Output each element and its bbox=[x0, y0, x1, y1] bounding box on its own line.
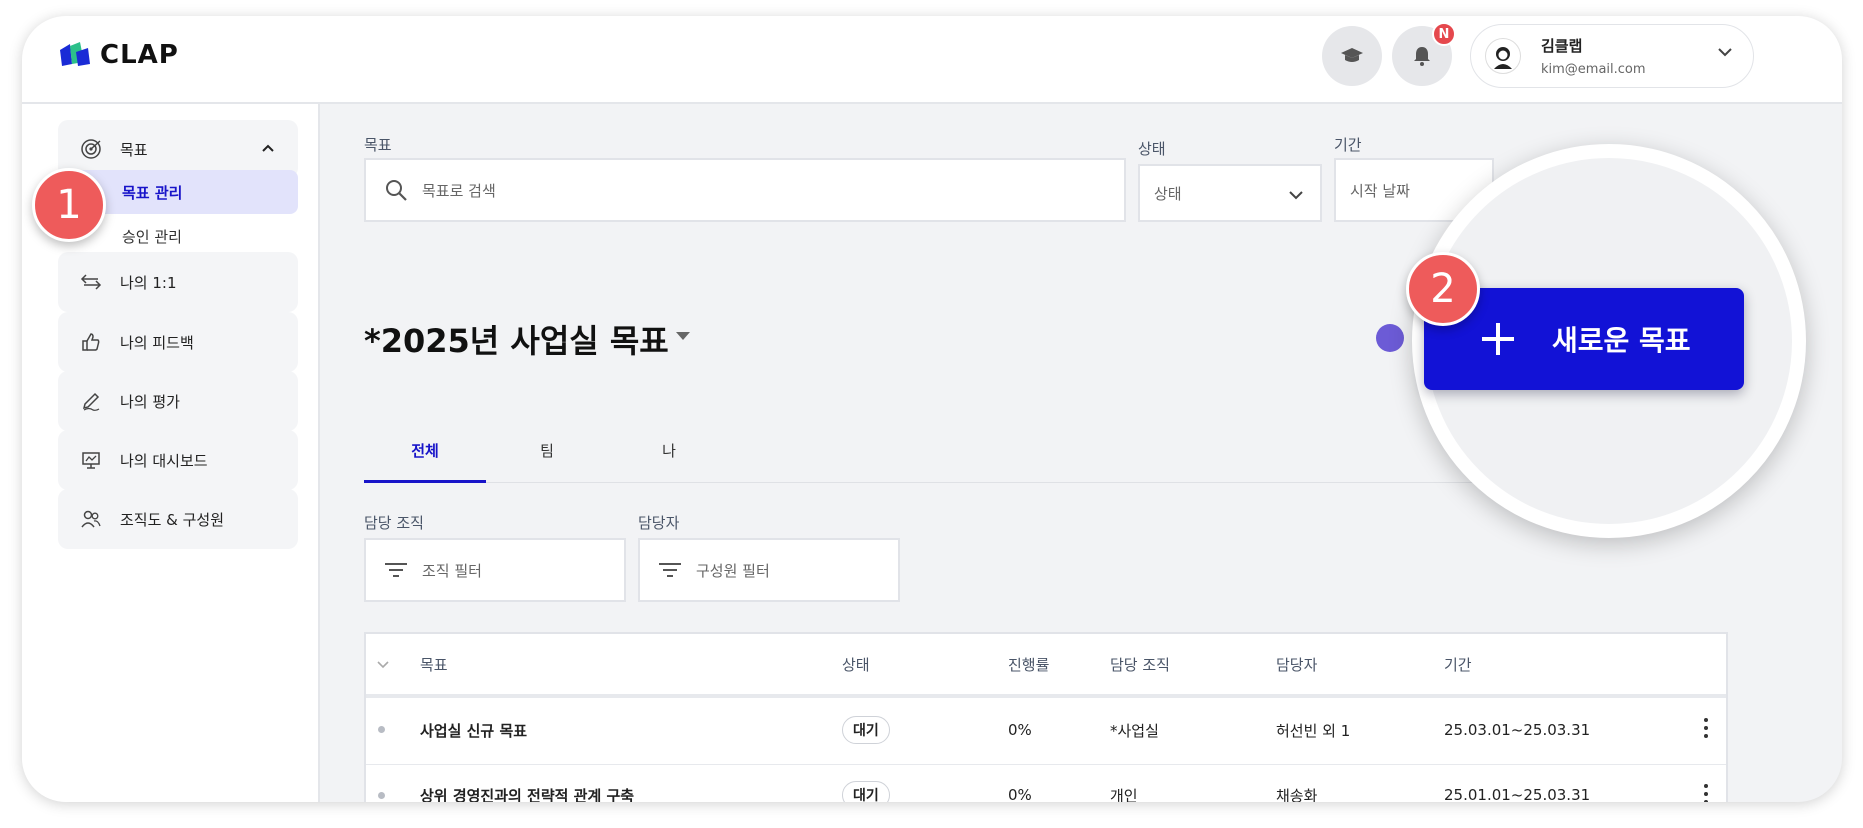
sidebar-item-label: 목표 bbox=[120, 140, 148, 159]
chevron-down-icon[interactable] bbox=[376, 660, 390, 669]
tab-active-underline bbox=[364, 480, 486, 483]
assignee-filter-placeholder: 구성원 필터 bbox=[696, 561, 770, 580]
column-header-org[interactable]: 담당 조직 bbox=[1110, 634, 1170, 694]
table-row-1-goal[interactable]: 사업실 신규 목표 bbox=[420, 715, 527, 745]
sidebar-item-label: 나의 피드백 bbox=[120, 333, 194, 352]
status-select[interactable]: 상태 bbox=[1138, 164, 1322, 222]
app-frame: CLAP N 김클랩 kim@email.com 목표 목표 관리 승인 관리 … bbox=[22, 16, 1842, 802]
sidebar-item-one-on-one[interactable]: 나의 1:1 bbox=[58, 252, 298, 312]
tab-all[interactable]: 전체 bbox=[364, 440, 486, 461]
chevron-down-icon bbox=[1289, 191, 1303, 200]
step-marker-1: 1 bbox=[32, 168, 106, 242]
search-icon bbox=[386, 180, 407, 201]
table-row-2-assignee: 채송화 bbox=[1276, 786, 1318, 803]
period-label: 기간 bbox=[1334, 136, 1362, 154]
tab-me[interactable]: 나 bbox=[608, 440, 730, 461]
new-goal-label: 새로운 목표 bbox=[1552, 324, 1691, 357]
chevron-down-icon bbox=[1718, 48, 1732, 57]
org-filter-placeholder: 조직 필터 bbox=[422, 561, 482, 580]
sidebar-item-label: 나의 대시보드 bbox=[120, 451, 208, 470]
column-header-assignee[interactable]: 담당자 bbox=[1276, 634, 1317, 694]
filter-icon bbox=[385, 563, 407, 577]
goal-search-label: 목표 bbox=[364, 136, 392, 154]
column-header-status[interactable]: 상태 bbox=[842, 634, 870, 694]
assignee-filter-button[interactable]: 구성원 필터 bbox=[638, 538, 900, 602]
page-title: *2025년 사업실 목표 bbox=[364, 322, 669, 360]
notification-button[interactable]: N bbox=[1392, 22, 1456, 86]
user-name: 김클랩 bbox=[1541, 37, 1583, 55]
step-marker-2: 2 bbox=[1406, 252, 1480, 326]
sidebar-sub-label: 승인 관리 bbox=[122, 227, 182, 246]
chevron-up-icon bbox=[262, 144, 274, 152]
exchange-icon bbox=[80, 271, 102, 293]
status-select-value: 상태 bbox=[1154, 184, 1182, 203]
tab-team[interactable]: 팀 bbox=[486, 440, 608, 461]
notification-badge: N bbox=[1432, 22, 1456, 46]
sidebar-sub-label: 목표 관리 bbox=[122, 183, 183, 202]
target-icon bbox=[80, 138, 102, 160]
sidebar-item-label: 나의 1:1 bbox=[120, 273, 177, 292]
sidebar-item-evaluation[interactable]: 나의 평가 bbox=[58, 371, 298, 431]
table-row-1-org: *사업실 bbox=[1110, 721, 1159, 740]
graduation-cap-icon bbox=[1341, 48, 1363, 62]
column-header-goal[interactable]: 목표 bbox=[420, 634, 448, 694]
clap-logo-icon bbox=[60, 42, 90, 66]
sidebar-item-label: 나의 평가 bbox=[120, 392, 180, 411]
status-badge: 대기 bbox=[842, 716, 890, 744]
column-header-progress[interactable]: 진행률 bbox=[1008, 634, 1049, 694]
table-row-2-org: 개인 bbox=[1110, 786, 1138, 803]
table-row-2-progress: 0% bbox=[1008, 786, 1032, 802]
row-more-icon[interactable] bbox=[1704, 784, 1708, 802]
sidebar-item-dashboard[interactable]: 나의 대시보드 bbox=[58, 430, 298, 490]
users-icon bbox=[80, 508, 102, 530]
plus-icon bbox=[1482, 323, 1514, 355]
org-filter-button[interactable]: 조직 필터 bbox=[364, 538, 626, 602]
thumbs-up-icon bbox=[80, 331, 102, 353]
title-dropdown-caret-icon[interactable] bbox=[676, 332, 690, 340]
filter-icon bbox=[659, 563, 681, 577]
row-bullet bbox=[378, 792, 385, 799]
bell-icon bbox=[1414, 47, 1430, 66]
avatar bbox=[1485, 38, 1521, 74]
table-row-2-goal[interactable]: 상위 경영진과의 전략적 관계 구축 bbox=[420, 780, 634, 803]
ai-chip-icon[interactable] bbox=[1376, 324, 1404, 352]
user-email: kim@email.com bbox=[1541, 62, 1646, 77]
goal-search-input[interactable]: 목표로 검색 bbox=[364, 158, 1126, 222]
sidebar-item-org-chart[interactable]: 조직도 & 구성원 bbox=[58, 489, 298, 549]
row-bullet bbox=[378, 726, 385, 733]
table-header-divider bbox=[366, 694, 1726, 698]
period-start-placeholder: 시작 날짜 bbox=[1350, 181, 1410, 200]
sidebar-item-feedback[interactable]: 나의 피드백 bbox=[58, 312, 298, 372]
learning-button[interactable] bbox=[1322, 26, 1382, 86]
logo[interactable]: CLAP bbox=[58, 40, 179, 70]
top-header: CLAP N 김클랩 kim@email.com bbox=[22, 16, 1842, 104]
table-row-1-progress: 0% bbox=[1008, 721, 1032, 739]
sidebar-item-label: 조직도 & 구성원 bbox=[120, 510, 225, 529]
pencil-icon bbox=[80, 390, 102, 412]
assignee-filter-label: 담당자 bbox=[638, 514, 680, 532]
table-row-1-period: 25.03.01~25.03.31 bbox=[1444, 721, 1591, 739]
user-avatar-icon bbox=[1494, 47, 1512, 69]
logo-text: CLAP bbox=[100, 40, 179, 70]
goal-search-placeholder: 목표로 검색 bbox=[422, 181, 496, 200]
dashboard-icon bbox=[80, 449, 102, 471]
row-divider bbox=[366, 764, 1726, 765]
status-label: 상태 bbox=[1138, 140, 1166, 158]
table-row-1-assignee: 허선빈 외 1 bbox=[1276, 721, 1351, 740]
row-more-icon[interactable] bbox=[1704, 718, 1708, 742]
column-header-period[interactable]: 기간 bbox=[1444, 634, 1472, 694]
table-row-2-period: 25.01.01~25.03.31 bbox=[1444, 786, 1591, 802]
goals-table: 목표 상태 진행률 담당 조직 담당자 기간 사업실 신규 목표 대기 0% *… bbox=[364, 632, 1728, 802]
status-badge: 대기 bbox=[842, 781, 890, 802]
user-menu[interactable]: 김클랩 kim@email.com bbox=[1470, 24, 1754, 88]
org-filter-label: 담당 조직 bbox=[364, 514, 424, 532]
